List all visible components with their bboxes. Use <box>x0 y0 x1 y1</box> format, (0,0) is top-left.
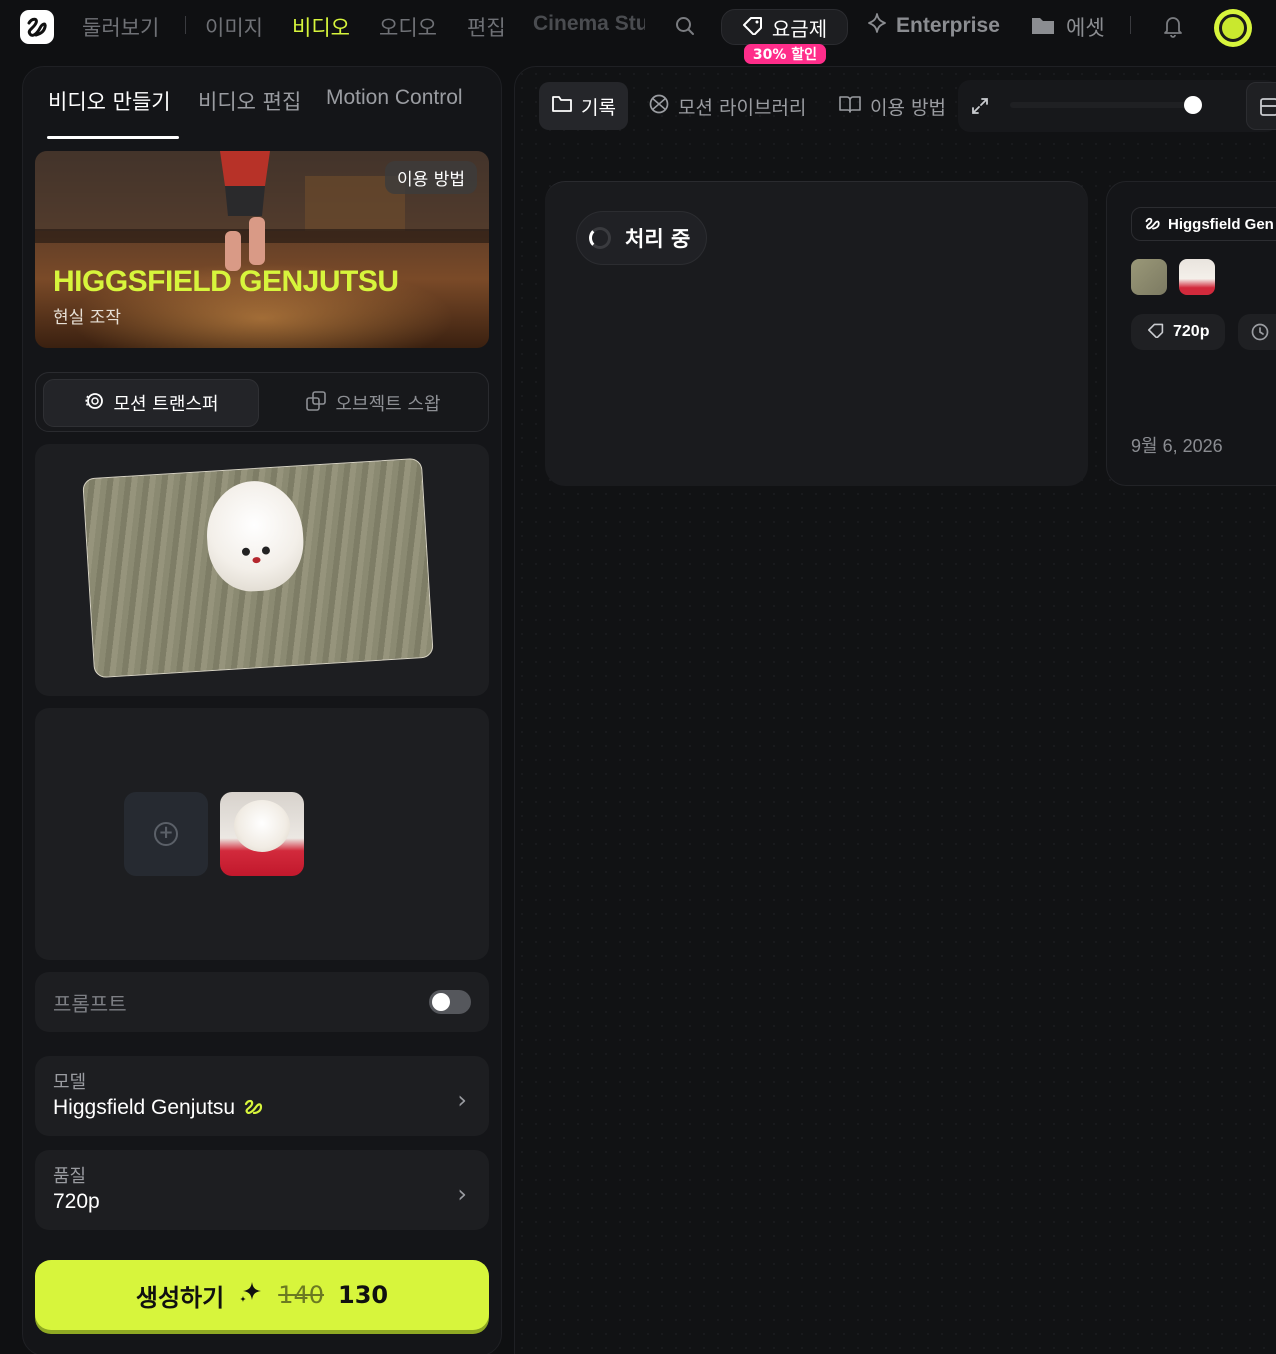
mode-switch: 모션 트랜스퍼 오브젝트 스왑 <box>35 372 489 432</box>
zoom-slider-handle[interactable] <box>1184 96 1202 114</box>
discounted-cost: 130 <box>338 1281 389 1309</box>
duration-chip <box>1238 314 1276 350</box>
logo-icon[interactable] <box>20 10 54 44</box>
tab-create-video[interactable]: 비디오 만들기 <box>48 86 171 116</box>
add-image-button[interactable]: + <box>124 792 208 876</box>
avatar[interactable] <box>1214 9 1252 47</box>
tab-motion-library[interactable]: 모션 라이브러리 <box>636 82 818 130</box>
tag-icon <box>742 15 764 40</box>
spinner-icon <box>589 227 611 249</box>
plus-icon: + <box>154 822 178 846</box>
nav-link-image[interactable]: 이미지 <box>205 12 263 42</box>
nav-link-video[interactable]: 비디오 <box>292 12 350 42</box>
generation-date: 9월 6, 2026 <box>1131 436 1223 456</box>
ball-icon <box>648 93 670 120</box>
input-image-thumbnail[interactable] <box>1179 259 1215 295</box>
prompt-label: 프롬프트 <box>53 992 127 1016</box>
credits-icon <box>238 1279 264 1311</box>
assets-link[interactable]: 에셋 <box>1030 12 1105 42</box>
nav-divider <box>185 16 186 34</box>
reference-video-thumbnail <box>82 457 434 679</box>
model-chip-label: Higgsfield Gen <box>1168 215 1274 233</box>
prompt-row: 프롬프트 <box>35 972 489 1032</box>
quality-label: 품질 <box>53 1166 87 1187</box>
bell-icon[interactable] <box>1162 14 1184 42</box>
reference-image-thumbnail[interactable] <box>220 792 304 876</box>
swap-icon <box>305 390 327 417</box>
banner-subtitle: 현실 조작 <box>53 308 121 328</box>
book-icon <box>838 94 862 119</box>
mode-motion-transfer[interactable]: 모션 트랜스퍼 <box>43 379 259 427</box>
pricing-button[interactable]: 요금제 <box>721 9 848 45</box>
dog-figure <box>234 800 290 852</box>
tab-motion-control[interactable]: Motion Control <box>326 86 463 110</box>
model-label: 모델 <box>53 1072 87 1093</box>
mode-label: 오브젝트 스왑 <box>335 394 441 415</box>
chevron-right-icon: › <box>457 1180 467 1208</box>
reference-image-area: + <box>35 708 489 960</box>
chevron-right-icon: › <box>457 1086 467 1114</box>
top-nav: 둘러보기 이미지 비디오 오디오 편집 Cinema Stu 요금제 30% 할… <box>0 0 1276 64</box>
nav-link-explore[interactable]: 둘러보기 <box>82 12 159 42</box>
generate-button[interactable]: 생성하기 140 130 <box>35 1260 489 1330</box>
active-tab-indicator <box>47 136 179 139</box>
zoom-slider-track[interactable] <box>1010 102 1200 108</box>
resolution-chip: 720p <box>1131 314 1226 350</box>
nav-link-edit[interactable]: 편집 <box>467 12 506 42</box>
layout-icon <box>1260 98 1276 116</box>
folder-icon <box>1030 14 1056 41</box>
enterprise-label: Enterprise <box>896 14 1000 37</box>
layout-toggle-button[interactable] <box>1246 82 1276 130</box>
status-label: 처리 중 <box>625 227 691 251</box>
quality-value: 720p <box>53 1190 100 1213</box>
how-to-use-chip[interactable]: 이용 방법 <box>385 161 477 194</box>
processing-status: 처리 중 <box>576 211 708 265</box>
tag-icon <box>1147 322 1165 343</box>
enterprise-link[interactable]: Enterprise <box>866 12 1000 40</box>
dog-figure <box>203 478 307 594</box>
genjutsu-icon <box>243 1096 265 1120</box>
sparkle-icon <box>866 12 888 40</box>
tab-how-to-use[interactable]: 이용 방법 <box>826 82 958 130</box>
prompt-toggle[interactable] <box>429 990 471 1014</box>
search-icon[interactable] <box>674 15 696 41</box>
tab-label: 이용 방법 <box>870 96 946 119</box>
original-cost: 140 <box>278 1281 325 1309</box>
expand-icon[interactable] <box>970 96 990 120</box>
mode-object-swap[interactable]: 오브젝트 스왑 <box>265 379 481 427</box>
resolution-label: 720p <box>1173 323 1210 340</box>
nav-divider <box>1130 16 1131 34</box>
discount-badge: 30% 할인 <box>744 44 826 64</box>
generate-label: 생성하기 <box>135 1283 225 1312</box>
banner-title: HIGGSFIELD GENJUTSU <box>53 265 399 298</box>
genjutsu-icon <box>1144 214 1162 234</box>
tab-history[interactable]: 기록 <box>539 82 628 130</box>
model-chip: Higgsfield Gen <box>1131 207 1276 241</box>
mode-label: 모션 트랜스퍼 <box>113 394 219 415</box>
model-selector[interactable]: 모델 Higgsfield Genjutsu › <box>35 1056 489 1136</box>
motion-video-upload[interactable] <box>35 444 489 696</box>
pricing-label: 요금제 <box>771 16 828 41</box>
clock-icon <box>1251 323 1269 341</box>
nav-link-cinema-studio[interactable]: Cinema Stu <box>533 12 645 36</box>
feature-banner[interactable]: 이용 방법 HIGGSFIELD GENJUTSU 현실 조작 <box>35 151 489 348</box>
assets-label: 에셋 <box>1066 16 1105 40</box>
input-video-thumbnail[interactable] <box>1131 259 1167 295</box>
tab-label: 기록 <box>581 96 616 119</box>
model-value: Higgsfield Genjutsu <box>53 1096 236 1119</box>
nav-link-audio[interactable]: 오디오 <box>379 12 437 42</box>
model-value-row: Higgsfield Genjutsu <box>53 1096 265 1120</box>
tab-label: 모션 라이브러리 <box>678 96 807 119</box>
folder-outline-icon <box>551 94 573 119</box>
motion-icon <box>83 390 105 417</box>
quality-selector[interactable]: 품질 720p › <box>35 1150 489 1230</box>
tab-edit-video[interactable]: 비디오 편집 <box>198 86 301 116</box>
